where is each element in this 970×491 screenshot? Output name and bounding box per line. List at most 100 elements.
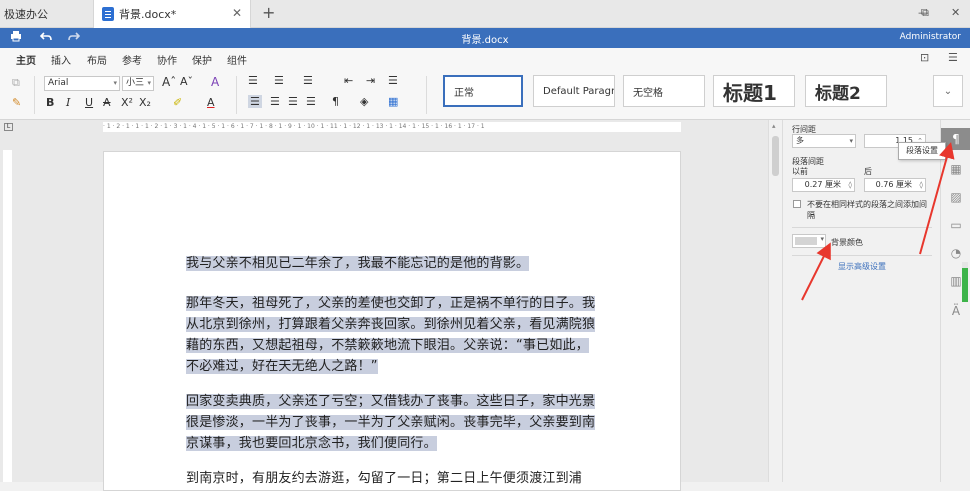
decrease-font-icon[interactable]: Aˇ — [180, 75, 193, 88]
highlight-color-icon[interactable]: ✐ — [173, 96, 182, 109]
text-line: 京谋事，我也要回北京念书，我们便同行。 — [186, 436, 437, 451]
style-normal[interactable]: 正常 — [443, 75, 523, 107]
scrollbar-thumb[interactable] — [772, 136, 779, 176]
paragraph-4[interactable]: 到南京时，有朋友约去游逛，勾留了一日；第二日上午便须渡江到浦 — [186, 468, 582, 489]
decrease-indent-icon[interactable]: ⇤ — [344, 74, 353, 87]
style-heading-1[interactable]: 标题1 — [713, 75, 795, 107]
text-line: 从北京到徐州，打算跟着父亲奔丧回家。到徐州见着父亲，看见满院狼 — [186, 317, 596, 332]
table-icon[interactable]: ▦ — [941, 158, 970, 180]
menu-bar: 主页 插入 布局 参考 协作 保护 组件 ⊡ ☰ — [0, 48, 970, 71]
style-default-paragraph[interactable]: Default Paragr — [533, 75, 615, 107]
multilevel-list-icon[interactable]: ☰ — [303, 74, 313, 87]
italic-icon[interactable]: I — [66, 96, 70, 109]
copy-icon[interactable]: ⧉ — [12, 76, 20, 90]
paragraph-1[interactable]: 我与父亲不相见已二年余了，我最不能忘记的是他的背影。 — [186, 253, 530, 274]
font-color-icon[interactable]: A — [207, 96, 215, 109]
tab-plugins[interactable]: 组件 — [227, 52, 247, 67]
paragraph-settings-tooltip: 段落设置 — [898, 142, 946, 160]
change-case-icon[interactable]: A — [211, 75, 219, 89]
font-size-select[interactable]: 小三 ▾ — [122, 76, 154, 91]
style-label: 标题2 — [815, 83, 861, 104]
style-label: 正常 — [454, 87, 474, 99]
superscript-icon[interactable]: X² — [121, 96, 133, 109]
before-label: 以前 — [792, 167, 808, 176]
format-painter-icon[interactable]: ✎ — [12, 96, 21, 109]
spinner-icon[interactable]: ◊ — [849, 179, 852, 191]
shape-icon[interactable]: ◔ — [941, 242, 970, 264]
tab-layout[interactable]: 布局 — [87, 52, 107, 67]
style-heading-2[interactable]: 标题2 — [805, 75, 887, 107]
text-line: 我与父亲不相见已二年余了，我最不能忘记的是他的背影。 — [186, 256, 530, 271]
numbering-icon[interactable]: ☰ — [274, 74, 284, 87]
underline-icon[interactable]: U — [85, 96, 93, 109]
line-spacing-type-value: 多 — [796, 136, 804, 145]
text-line: 不必难过，好在天无绝人之路！” — [186, 359, 378, 374]
bullets-icon[interactable]: ☰ — [248, 74, 258, 87]
text-art-icon[interactable]: Ä — [941, 300, 970, 322]
show-advanced-settings-link[interactable]: 显示高级设置 — [783, 261, 941, 272]
align-right-icon[interactable]: ☰ — [288, 95, 298, 108]
text-line: 很是惨淡，一半为了丧事，一半为了父亲赋闲。丧事完毕，父亲要到南 — [186, 415, 596, 430]
line-spacing-icon[interactable]: ☰ — [388, 74, 398, 87]
style-label: 无空格 — [633, 87, 663, 99]
scroll-up-icon[interactable]: ▴ — [772, 122, 776, 130]
document-title: 背景.docx — [461, 35, 509, 46]
close-window-button[interactable]: ✕ — [951, 6, 960, 19]
subscript-icon[interactable]: X₂ — [139, 96, 151, 109]
spacing-after-input[interactable]: 0.76 厘米 ◊ — [864, 178, 926, 192]
chevron-down-icon: ▾ — [113, 79, 117, 87]
font-name-value: Arial — [48, 78, 69, 88]
user-name[interactable]: Administrator — [900, 32, 961, 42]
background-color-picker[interactable]: ▾ — [792, 234, 826, 248]
tab-collaborate[interactable]: 协作 — [157, 52, 177, 67]
justify-icon[interactable]: ☰ — [306, 95, 316, 108]
new-tab-button[interactable]: + — [262, 3, 275, 22]
line-spacing-type-select[interactable]: 多 ▾ — [792, 134, 856, 148]
shading-icon[interactable]: ◈ — [360, 95, 368, 108]
tab-home-app[interactable]: 极速办公 — [0, 0, 90, 28]
tab-document[interactable]: 背景.docx* ✕ — [93, 0, 251, 28]
divider — [426, 76, 427, 114]
color-swatch — [795, 237, 817, 245]
document-workspace: L · 1 · 2 · 1 · 1 · 1 · 2 · 1 · 3 · 1 · … — [0, 120, 782, 491]
horizontal-ruler[interactable]: · 1 · 2 · 1 · 1 · 1 · 2 · 1 · 3 · 1 · 4 … — [103, 122, 681, 132]
paragraph-3[interactable]: 回家变卖典质，父亲还了亏空；又借钱办了丧事。这些日子，家中光景 很是惨淡，一半为… — [186, 391, 596, 454]
spacing-after-value: 0.76 厘米 — [875, 180, 912, 189]
style-no-spacing[interactable]: 无空格 — [623, 75, 705, 107]
align-left-icon[interactable]: ☰ — [248, 95, 262, 108]
styles-expand-button[interactable]: ⌄ — [933, 75, 963, 107]
no-space-same-style-checkbox[interactable] — [793, 200, 801, 208]
tab-references[interactable]: 参考 — [122, 52, 142, 67]
spacing-before-input[interactable]: 0.27 厘米 ◊ — [792, 178, 855, 192]
meter-fill — [962, 268, 968, 302]
image-icon[interactable]: ▨ — [941, 186, 970, 208]
ribbon-toolbar: ⧉ ✎ Arial ▾ 小三 ▾ Aˆ Aˇ A B I U A X² X₂ ✐ A… — [0, 68, 970, 120]
vertical-scrollbar[interactable]: ▴ — [768, 120, 782, 482]
paragraph-2[interactable]: 那年冬天，祖母死了，父亲的差使也交卸了，正是祸不单行的日子。我 从北京到徐州，打… — [186, 293, 596, 377]
close-tab-icon[interactable]: ✕ — [232, 6, 242, 20]
open-location-icon[interactable]: ⊡ — [920, 51, 929, 64]
tab-insert[interactable]: 插入 — [51, 52, 71, 67]
tab-bar: 极速办公 背景.docx* ✕ + — ⧉ ✕ — [0, 0, 970, 28]
vertical-ruler[interactable] — [3, 150, 12, 482]
increase-font-icon[interactable]: Aˆ — [162, 75, 176, 89]
align-center-icon[interactable]: ☰ — [270, 95, 280, 108]
after-label: 后 — [864, 167, 872, 176]
bold-icon[interactable]: B — [46, 96, 54, 109]
spacing-before-value: 0.27 厘米 — [804, 180, 841, 189]
text-line: 那年冬天，祖母死了，父亲的差使也交卸了，正是祸不单行的日子。我 — [186, 296, 596, 311]
nonprinting-characters-icon[interactable]: ¶ — [332, 95, 339, 108]
hamburger-menu-icon[interactable]: ☰ — [948, 51, 958, 64]
document-page[interactable]: 我与父亲不相见已二年余了，我最不能忘记的是他的背影。 那年冬天，祖母死了，父亲的… — [103, 151, 681, 491]
spinner-icon[interactable]: ◊ — [920, 179, 923, 191]
strikethrough-icon[interactable]: A — [103, 96, 111, 109]
font-name-select[interactable]: Arial ▾ — [44, 76, 120, 91]
header-footer-icon[interactable]: ▭ — [941, 214, 970, 236]
tab-protect[interactable]: 保护 — [192, 52, 212, 67]
borders-icon[interactable]: ▦ — [388, 95, 398, 108]
no-space-same-style-label: 不要在相同样式的段落之间添加间隔 — [807, 200, 927, 220]
tab-stop-icon[interactable]: L — [4, 123, 13, 131]
increase-indent-icon[interactable]: ⇥ — [366, 74, 375, 87]
restore-glyph[interactable]: ⧉ — [921, 6, 929, 20]
background-color-label: 背景颜色 — [831, 238, 863, 247]
